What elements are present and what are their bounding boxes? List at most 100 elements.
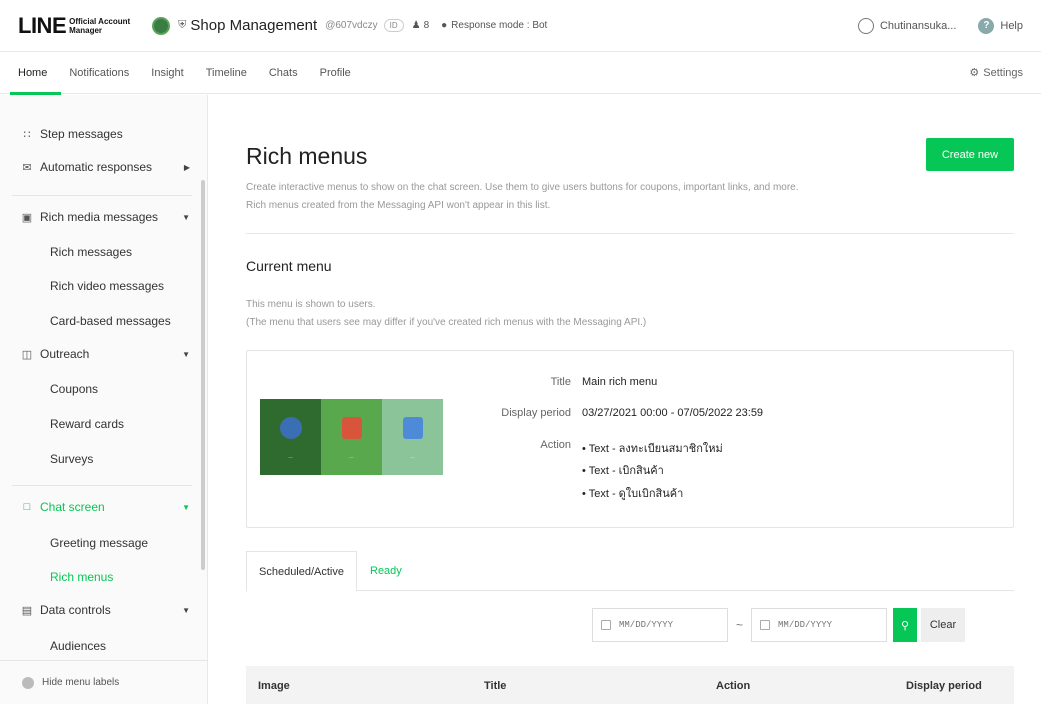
hide-labels-icon (22, 676, 34, 689)
friends-count-value: 8 (423, 20, 430, 31)
top-bar: LINE Official Account Manager ⛨ Shop Man… (0, 0, 1041, 52)
date-filter: ~ ⚲ Clear (592, 608, 966, 642)
help-icon: ? (978, 17, 995, 34)
thumbnail-caption: — (288, 454, 293, 459)
database-icon: ▤ (21, 604, 33, 617)
sidebar-item-label: Rich media messages (40, 210, 159, 224)
gift-icon: ◫ (21, 348, 33, 361)
divider (12, 485, 192, 486)
tab-notifications[interactable]: Notifications (69, 52, 129, 94)
sidebar-item-card-based-messages[interactable]: Card-based messages (50, 314, 171, 328)
sidebar-item-greeting-message[interactable]: Greeting message (50, 536, 148, 550)
person-icon: ♟ (411, 20, 421, 31)
thumbnail-cell: — (260, 399, 321, 475)
thumbnail-cell: — (382, 399, 443, 475)
sidebar-item-rich-messages[interactable]: Rich messages (50, 245, 132, 259)
status-tabs: Scheduled/Active Ready (246, 551, 1014, 592)
settings-label: Settings (983, 66, 1023, 79)
document-icon (402, 417, 423, 439)
date-range-separator: ~ (736, 618, 744, 632)
divider (12, 195, 192, 196)
title-value: Main rich menu (582, 376, 658, 388)
chevron-down-icon: ▼ (182, 212, 190, 222)
step-chart-icon: ∷ (23, 128, 31, 141)
response-mode[interactable]: ● Response mode : Bot (441, 20, 547, 31)
sidebar-item-reward-cards[interactable]: Reward cards (50, 417, 124, 431)
end-date-field[interactable] (751, 608, 888, 642)
user-icon (857, 17, 874, 34)
description-line: Create interactive menus to show on the … (246, 182, 799, 193)
line-logo[interactable]: LINE Official Account Manager (18, 13, 130, 39)
settings-link[interactable]: ⚙ Settings (969, 66, 1023, 80)
sidebar-item-outreach[interactable]: ◫ Outreach ▼ (20, 347, 190, 361)
hide-menu-labels[interactable]: Hide menu labels (0, 660, 208, 704)
current-menu-card: — — — Title Main rich menu Display perio… (246, 350, 1014, 528)
shop-avatar[interactable] (152, 16, 171, 35)
thumbnail-caption: — (410, 454, 415, 459)
display-period-label: Display period (501, 407, 571, 419)
sidebar-item-rich-video-messages[interactable]: Rich video messages (50, 279, 164, 293)
chevron-down-icon: ▼ (182, 349, 190, 359)
sidebar-item-rich-menus[interactable]: Rich menus (50, 570, 113, 584)
tab-insight[interactable]: Insight (151, 52, 183, 94)
chat-screen-icon: □ (23, 501, 31, 513)
user-menu[interactable]: Chutinansuka... (857, 17, 957, 34)
tab-home[interactable]: Home (9, 52, 62, 95)
main-nav: Home Notifications Insight Timeline Chat… (0, 52, 1041, 95)
friends-count: ♟ 8 (412, 20, 430, 31)
help-link[interactable]: ? Help (978, 17, 1023, 34)
table-header: Image Title Action Display period (246, 666, 1014, 704)
chat-bubble-icon: ● (441, 20, 448, 31)
column-header-title[interactable]: Title (484, 680, 506, 692)
divider (246, 233, 1014, 234)
rich-menu-thumbnail[interactable]: — — — (260, 399, 443, 475)
sidebar-item-label: Chat screen (40, 500, 105, 514)
shop-name[interactable]: Shop Management (190, 17, 317, 34)
tab-profile[interactable]: Profile (320, 52, 351, 94)
tab-scheduled-active[interactable]: Scheduled/Active (246, 551, 357, 592)
tab-chats[interactable]: Chats (269, 52, 298, 94)
display-period-value: 03/27/2021 00:00 - 07/05/2022 23:59 (582, 407, 764, 419)
current-menu-note: This menu is shown to users. (The menu t… (246, 296, 646, 332)
search-button[interactable]: ⚲ (893, 608, 918, 642)
chat-icon: ✉ (22, 161, 32, 174)
start-date-input[interactable] (619, 620, 719, 630)
sidebar-item-step-messages[interactable]: ∷ Step messages (20, 127, 190, 141)
sidebar-item-coupons[interactable]: Coupons (50, 382, 98, 396)
clear-button[interactable]: Clear (921, 608, 966, 642)
chevron-down-icon: ▼ (182, 605, 190, 615)
sidebar-item-label: Automatic responses (40, 160, 153, 174)
column-header-image[interactable]: Image (258, 680, 290, 692)
end-date-input[interactable] (778, 620, 879, 630)
sidebar-item-data-controls[interactable]: ▤ Data controls ▼ (20, 603, 190, 617)
sidebar-item-label: Step messages (40, 127, 123, 141)
gear-icon: ⚙ (969, 67, 980, 79)
column-header-action[interactable]: Action (716, 680, 750, 692)
column-header-display-period[interactable]: Display period (906, 680, 982, 692)
tab-ready[interactable]: Ready (358, 551, 414, 592)
upload-box-icon (341, 417, 362, 439)
hide-labels-text: Hide menu labels (42, 677, 120, 688)
image-icon: ▣ (21, 211, 33, 224)
help-label: Help (1000, 19, 1023, 32)
logo-text: LINE (18, 12, 67, 38)
sidebar-item-automatic-responses[interactable]: ✉ Automatic responses ▶ (20, 160, 190, 174)
sidebar-item-audiences[interactable]: Audiences (50, 639, 106, 653)
start-date-field[interactable] (592, 608, 728, 642)
sidebar-scrollbar[interactable] (201, 180, 205, 570)
sidebar-item-surveys[interactable]: Surveys (50, 452, 93, 466)
create-new-button[interactable]: Create new (926, 138, 1014, 171)
logo-sub-line1: Official Account (69, 16, 131, 26)
sidebar: ∷ Step messages ✉ Automatic responses ▶ … (0, 95, 208, 704)
user-name: Chutinansuka... (879, 19, 957, 32)
shield-icon: ⛨ (178, 19, 187, 31)
chevron-right-icon: ▶ (183, 162, 190, 172)
calendar-icon (601, 620, 611, 630)
action-item: • Text - ลงทะเบียนสมาชิกใหม่ (582, 443, 723, 455)
sidebar-item-rich-media-messages[interactable]: ▣ Rich media messages ▼ (20, 210, 190, 224)
description-line: Rich menus created from the Messaging AP… (246, 200, 551, 211)
logo-sub-line2: Manager (69, 25, 103, 35)
note-line: This menu is shown to users. (246, 299, 376, 310)
tab-timeline[interactable]: Timeline (206, 52, 247, 94)
sidebar-item-chat-screen[interactable]: □ Chat screen ▼ (20, 500, 190, 514)
